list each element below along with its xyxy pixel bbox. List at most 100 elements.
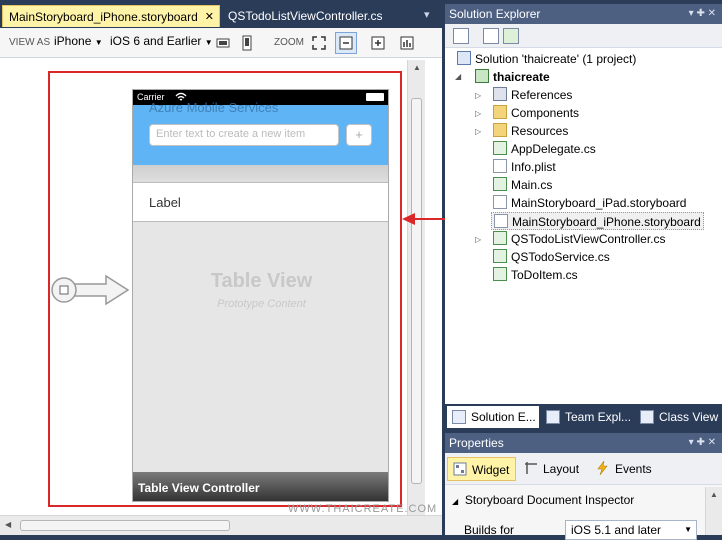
properties-header: Properties ▾ ✚ ✕ <box>445 433 722 453</box>
solution-explorer-title: Solution Explorer <box>449 7 541 21</box>
tree-node-components[interactable]: Components <box>493 104 579 122</box>
storyboard-file-icon <box>494 214 508 228</box>
properties-scrollbar[interactable]: ▲ <box>705 487 722 535</box>
entry-point-arrow-icon[interactable] <box>50 270 132 310</box>
tab-events[interactable]: Events <box>591 457 658 481</box>
device-select[interactable]: iPhone ▼ <box>54 34 103 48</box>
tab-class-view[interactable]: Class View <box>635 406 720 428</box>
vertical-scrollbar[interactable]: ▲ <box>407 60 425 515</box>
horizontal-scrollbar[interactable]: ◀ <box>0 515 442 535</box>
new-item-input[interactable]: Enter text to create a new item <box>149 124 339 146</box>
chevron-down-icon: ▼ <box>684 525 692 534</box>
zoom-fit-button[interactable] <box>308 32 330 54</box>
inspector-section[interactable]: ◢ Storyboard Document Inspector <box>452 493 634 507</box>
tree-node-references[interactable]: References <box>493 86 572 104</box>
tree-node-label: QSTodoService.cs <box>511 250 610 264</box>
tab-label: Class View <box>659 410 719 424</box>
actual-size-icon <box>400 36 414 50</box>
device-select-value: iPhone <box>54 34 92 48</box>
chevron-down-icon: ▼ <box>94 38 103 47</box>
tree-node-label: MainStoryboard_iPad.storyboard <box>511 196 687 210</box>
tab-layout[interactable]: Layout <box>519 457 585 481</box>
scrollbar-thumb[interactable] <box>411 98 422 484</box>
zoom-actual-button[interactable] <box>396 32 418 54</box>
header-title: Azure Mobile Services <box>149 100 279 115</box>
tree-node-label: Components <box>511 106 580 120</box>
header-view[interactable]: Azure Mobile Services Enter text to crea… <box>133 100 388 165</box>
tree-node-iphone-storyboard[interactable]: MainStoryboard_iPhone.storyboard <box>491 212 704 230</box>
tree-node-todoitem[interactable]: ToDoItem.cs <box>493 266 578 284</box>
layout-icon <box>525 462 537 474</box>
table-view-controller-scene[interactable]: Carrier Azure Mobile Services Enter text… <box>132 89 389 502</box>
zoom-in-icon <box>371 36 385 50</box>
add-item-button[interactable]: + <box>346 124 372 146</box>
portrait-toggle-button[interactable] <box>236 32 258 54</box>
tab-label: Events <box>615 462 652 476</box>
table-view-placeholder: Table View <box>210 270 313 292</box>
tab-solution-explorer[interactable]: Solution E... <box>447 406 539 428</box>
panel-controls[interactable]: ▾ ✚ ✕ <box>689 433 716 453</box>
plist-file-icon <box>493 159 507 173</box>
cs-file-icon <box>493 249 507 263</box>
prototype-cell[interactable]: Label <box>133 182 388 222</box>
section-title: Storyboard Document Inspector <box>464 493 635 507</box>
watermark: WWW.THAICREATE.COM <box>288 503 438 515</box>
properties-icon[interactable] <box>453 28 469 44</box>
zoom-in-button[interactable] <box>367 32 389 54</box>
tree-node-project[interactable]: thaicreate <box>475 68 550 86</box>
tab-label: Widget <box>472 463 510 477</box>
solution-icon <box>457 51 471 65</box>
refresh-icon[interactable] <box>503 28 519 44</box>
folder-icon <box>493 105 507 119</box>
scroll-left-icon[interactable]: ◀ <box>5 520 11 529</box>
expand-triangle-icon[interactable]: ▷ <box>475 109 481 118</box>
tab-dropdown-icon[interactable]: ▾ <box>424 8 430 21</box>
tree-node-label: ToDoItem.cs <box>511 268 578 282</box>
scrollbar-thumb[interactable] <box>20 520 230 531</box>
tree-node-qstodolistviewcontroller[interactable]: QSTodoListViewController.cs <box>493 230 666 248</box>
builds-for-select[interactable]: iOS 5.1 and later ▼ <box>565 520 697 540</box>
scroll-up-icon[interactable]: ▲ <box>710 490 718 499</box>
battery-icon <box>366 93 384 101</box>
tree-node-info-plist[interactable]: Info.plist <box>493 158 556 176</box>
solution-explorer-toolbar <box>445 24 722 48</box>
tree-node-ipad-storyboard[interactable]: MainStoryboard_iPad.storyboard <box>493 194 686 212</box>
controller-dock[interactable]: Table View Controller <box>133 472 388 501</box>
tab-team-explorer[interactable]: Team Expl... <box>541 406 633 428</box>
phone-portrait-icon <box>242 35 252 51</box>
collapse-triangle-icon[interactable]: ◢ <box>452 497 458 506</box>
panel-controls[interactable]: ▾ ✚ ✕ <box>689 4 716 24</box>
tab-widget[interactable]: Widget <box>447 457 517 481</box>
tree-node-label: Main.cs <box>511 178 553 192</box>
prototype-content-caption: Prototype Content <box>217 298 306 310</box>
tree-node-solution[interactable]: Solution 'thaicreate' (1 project) <box>457 50 636 68</box>
lightning-icon <box>597 461 608 475</box>
tree-node-qstodoservice[interactable]: QSTodoService.cs <box>493 248 610 266</box>
ios-version-value: iOS 6 and Earlier <box>110 34 202 48</box>
tab-label: Layout <box>543 462 580 476</box>
storyboard-file-icon <box>493 195 507 209</box>
tab-mainstoryboard-iphone[interactable]: MainStoryboard_iPhone.storyboard ✕ <box>2 5 220 27</box>
tab-label: MainStoryboard_iPhone.storyboard <box>9 10 198 24</box>
show-all-files-icon[interactable] <box>483 28 499 44</box>
tree-node-appdelegate[interactable]: AppDelegate.cs <box>493 140 596 158</box>
document-tabs: MainStoryboard_iPhone.storyboard ✕ QSTod… <box>0 0 442 28</box>
expand-triangle-icon[interactable]: ▷ <box>475 91 481 100</box>
references-icon <box>493 87 507 101</box>
scroll-up-icon[interactable]: ▲ <box>413 63 421 72</box>
tab-qstodolistviewcontroller[interactable]: QSTodoListViewController.cs <box>222 5 389 27</box>
cs-file-icon <box>493 231 507 245</box>
storyboard-designer: MainStoryboard_iPhone.storyboard ✕ QSTod… <box>0 0 442 535</box>
close-tab-icon[interactable]: ✕ <box>205 6 214 28</box>
tree-node-main-cs[interactable]: Main.cs <box>493 176 552 194</box>
landscape-toggle-button[interactable] <box>212 32 234 54</box>
solution-explorer-icon <box>452 410 466 424</box>
zoom-out-button[interactable] <box>335 32 357 54</box>
expanded-triangle-icon[interactable]: ◢ <box>455 72 461 81</box>
ios-version-select[interactable]: iOS 6 and Earlier ▼ <box>110 34 213 48</box>
expand-triangle-icon[interactable]: ▷ <box>475 235 481 244</box>
expand-triangle-icon[interactable]: ▷ <box>475 127 481 136</box>
section-header <box>133 165 388 182</box>
tree-node-label: References <box>511 88 573 102</box>
tree-node-resources[interactable]: Resources <box>493 122 568 140</box>
